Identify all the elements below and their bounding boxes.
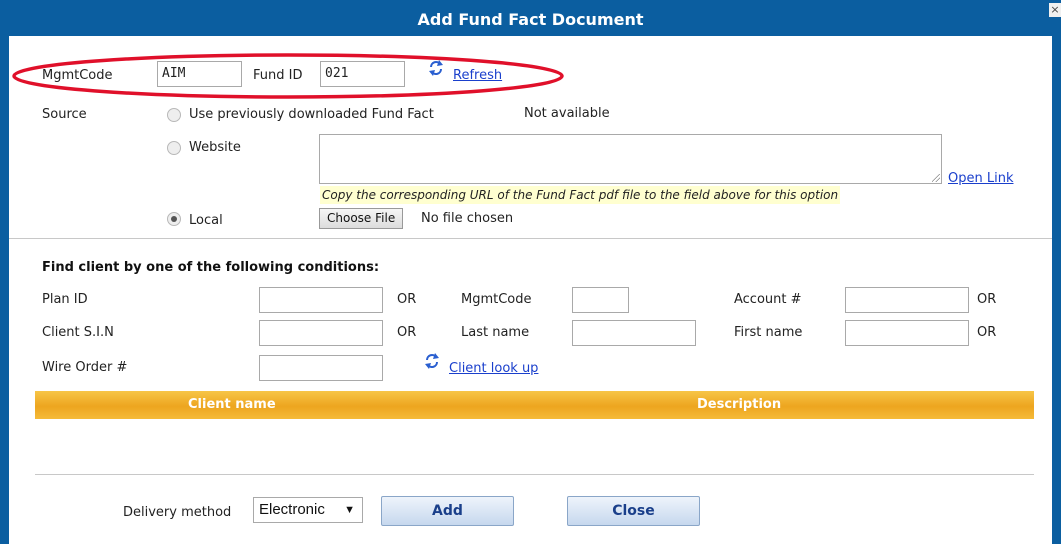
or-label: OR (397, 292, 417, 307)
dialog-frame-right (1052, 0, 1061, 544)
delivery-method-select[interactable]: Electronic ▼ (253, 497, 363, 523)
plan-id-label: Plan ID (42, 292, 88, 307)
annotation-ellipse (12, 53, 564, 99)
plan-id-input[interactable] (259, 287, 383, 313)
website-url-textarea[interactable] (319, 134, 942, 184)
close-icon[interactable]: × (1049, 3, 1061, 17)
wire-order-input[interactable] (259, 355, 383, 381)
file-status: No file chosen (421, 211, 514, 226)
last-name-label: Last name (461, 325, 530, 340)
source-local-label: Local (189, 213, 223, 228)
add-button[interactable]: Add (381, 496, 514, 526)
delivery-method-label: Delivery method (123, 505, 232, 520)
results-grid-body (35, 419, 1034, 469)
client-sin-label: Client S.I.N (42, 325, 114, 340)
results-grid-header: Client name Description (35, 391, 1034, 419)
account-input[interactable] (845, 287, 969, 313)
column-description[interactable]: Description (697, 391, 781, 419)
website-hint: Copy the corresponding URL of the Fund F… (320, 186, 841, 204)
footer-divider (35, 474, 1034, 475)
open-link[interactable]: Open Link (948, 171, 1013, 186)
source-previous-label: Use previously downloaded Fund Fact (189, 107, 434, 122)
resize-grip-icon[interactable] (932, 174, 940, 182)
source-previous-radio[interactable] (167, 108, 181, 122)
client-lookup-refresh-icon[interactable] (424, 352, 440, 370)
last-name-input[interactable] (572, 320, 696, 346)
source-website-label: Website (189, 140, 241, 155)
source-local-radio[interactable] (167, 212, 181, 226)
chevron-down-icon: ▼ (344, 504, 355, 516)
client-lookup-link[interactable]: Client look up (449, 361, 538, 376)
section-divider (9, 238, 1052, 239)
choose-file-button[interactable]: Choose File (319, 208, 404, 229)
previous-status: Not available (524, 106, 610, 121)
column-client-name[interactable]: Client name (188, 391, 276, 419)
client-sin-input[interactable] (259, 320, 383, 346)
or-label: OR (977, 292, 997, 307)
close-button[interactable]: Close (567, 496, 700, 526)
account-label: Account # (734, 292, 802, 307)
first-name-input[interactable] (845, 320, 969, 346)
dialog-title: Add Fund Fact Document (0, 0, 1061, 36)
delivery-method-value: Electronic (259, 501, 325, 518)
source-label: Source (42, 107, 87, 122)
mgmt-code-search-label: MgmtCode (461, 292, 532, 307)
mgmt-code-search-input[interactable] (572, 287, 629, 313)
wire-order-label: Wire Order # (42, 360, 128, 375)
source-website-radio[interactable] (167, 141, 181, 155)
first-name-label: First name (734, 325, 803, 340)
or-label: OR (397, 325, 417, 340)
or-label: OR (977, 325, 997, 340)
find-client-heading: Find client by one of the following cond… (42, 260, 380, 275)
